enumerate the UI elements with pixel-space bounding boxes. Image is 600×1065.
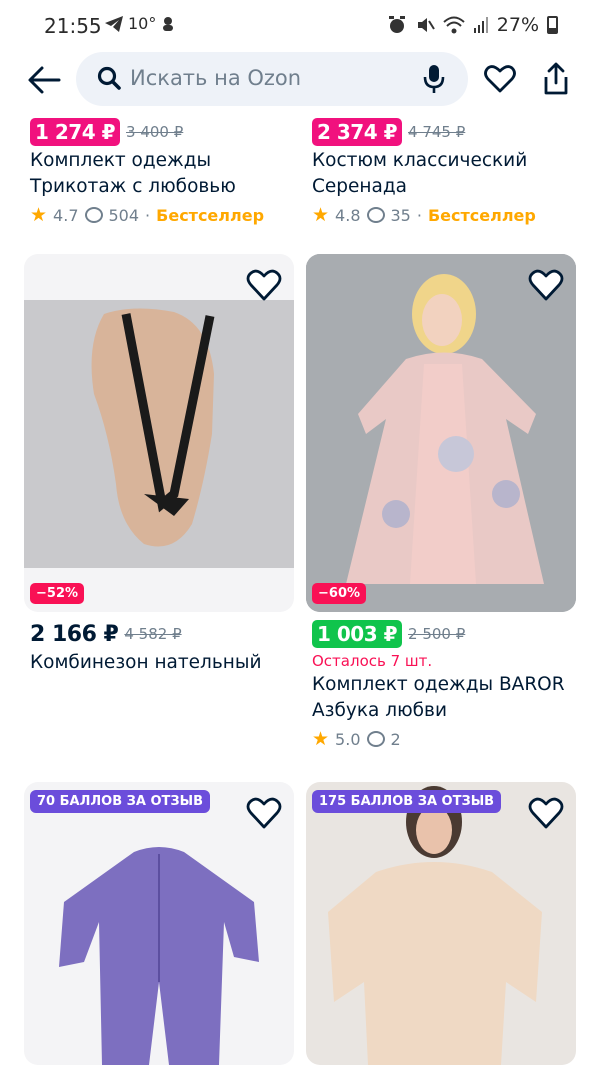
title-line: Комбинезон нательный — [30, 652, 262, 673]
title-line: Комплект одежды BAROR — [312, 674, 565, 695]
bodysuit-image — [24, 300, 294, 568]
star-icon: ★ — [312, 728, 330, 750]
product-image[interactable]: −52% — [24, 254, 294, 612]
rating: 4.7 — [53, 205, 79, 225]
search-bar[interactable]: Искать на Ozon — [76, 52, 468, 106]
title-line: Комплект одежды — [30, 150, 212, 171]
title-line: Азбука любви — [312, 700, 447, 721]
title-line: Трикотаж с любовью — [30, 176, 236, 197]
signal-icon — [473, 17, 488, 33]
share-icon[interactable] — [540, 62, 572, 96]
stock-left: Осталось 7 шт. — [312, 652, 433, 670]
battery-icon — [547, 16, 558, 34]
favorite-heart-icon[interactable] — [246, 268, 282, 302]
product-info[interactable]: 1 003 ₽ 2 500 ₽ Осталось 7 шт. Комплект … — [312, 620, 582, 750]
rating-row: ★ 4.7 504 · Бестселлер — [30, 204, 300, 226]
comment-icon — [84, 207, 103, 223]
separator: · — [416, 205, 422, 225]
nightgown-image — [306, 254, 576, 612]
price: 2 374 ₽ — [312, 118, 403, 146]
price: 2 166 ₽ — [30, 621, 119, 647]
favorite-heart-icon[interactable] — [246, 796, 282, 830]
product-card[interactable]: 2 374 ₽ 4 745 ₽ Костюм классический Сере… — [312, 118, 582, 226]
back-arrow-icon[interactable] — [26, 62, 62, 98]
product-card[interactable]: 1 274 ₽ 3 400 ₽ Комплект одежды Трикотаж… — [30, 118, 300, 226]
product-info[interactable]: 2 166 ₽ 4 582 ₽ Комбинезон нательный — [30, 620, 300, 676]
title-line: Костюм классический — [312, 150, 528, 171]
old-price: 4 745 ₽ — [408, 123, 466, 141]
status-left-icons: 10° — [104, 14, 176, 33]
old-price: 3 400 ₽ — [126, 123, 184, 141]
battery-percent: 27% — [496, 14, 539, 36]
rating: 4.8 — [335, 205, 361, 225]
search-placeholder[interactable]: Искать на Ozon — [130, 66, 301, 90]
bestseller-badge: Бестселлер — [156, 205, 265, 225]
temperature: 10° — [128, 14, 157, 33]
comment-icon — [366, 207, 385, 223]
product-title: Комбинезон нательный — [30, 650, 300, 676]
heart-icon[interactable] — [484, 64, 516, 94]
reviews-count: 35 — [390, 205, 411, 225]
title-line: Серенада — [312, 176, 407, 197]
rating-row: ★ 5.0 2 — [312, 728, 582, 750]
wifi-icon — [443, 16, 465, 34]
reviews-count: 2 — [390, 729, 401, 749]
product-title: Комплект одежды Трикотаж с любовью — [30, 148, 300, 200]
old-price: 4 582 ₽ — [124, 625, 182, 643]
review-points-badge: 175 БАЛЛОВ ЗА ОТЗЫВ — [312, 790, 502, 813]
reviews-count: 504 — [108, 205, 140, 225]
rating: 5.0 — [335, 729, 361, 749]
rating-row: ★ 4.8 35 · Бестселлер — [312, 204, 582, 226]
status-right-icons: 27% — [387, 14, 558, 36]
star-icon: ★ — [312, 204, 330, 226]
price: 1 003 ₽ — [312, 620, 403, 648]
telegram-icon — [105, 15, 123, 32]
bestseller-badge: Бестселлер — [427, 205, 536, 225]
status-time: 21:55 — [44, 14, 102, 38]
comment-icon — [366, 731, 385, 747]
review-points-badge: 70 БАЛЛОВ ЗА ОТЗЫВ — [30, 790, 211, 813]
old-price: 2 500 ₽ — [408, 625, 466, 643]
product-title: Костюм классический Серенада — [312, 148, 582, 200]
notification-icon — [163, 16, 174, 31]
mute-icon — [417, 18, 435, 32]
product-image[interactable]: 175 БАЛЛОВ ЗА ОТЗЫВ — [306, 782, 576, 1065]
status-bar: 21:55 10° 27% — [0, 0, 600, 50]
product-title: Комплект одежды BAROR Азбука любви — [312, 672, 582, 724]
discount-badge: −52% — [30, 583, 85, 604]
discount-badge: −60% — [312, 583, 367, 604]
separator: · — [145, 205, 151, 225]
product-image[interactable]: 70 БАЛЛОВ ЗА ОТЗЫВ — [24, 782, 294, 1065]
alarm-icon — [388, 16, 405, 33]
microphone-icon[interactable] — [422, 64, 446, 94]
favorite-heart-icon[interactable] — [528, 268, 564, 302]
search-icon — [97, 66, 121, 90]
star-icon: ★ — [30, 204, 48, 226]
product-image[interactable]: −60% — [306, 254, 576, 612]
price: 1 274 ₽ — [30, 118, 121, 146]
favorite-heart-icon[interactable] — [528, 796, 564, 830]
top-bar: Искать на Ozon — [0, 52, 600, 108]
